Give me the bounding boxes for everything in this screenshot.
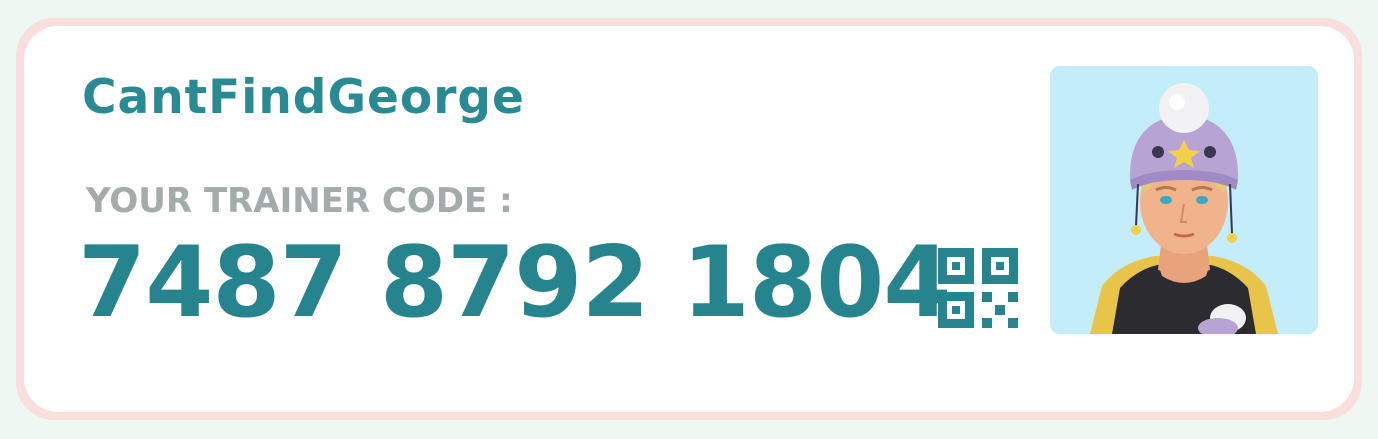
qr-code-icon[interactable]: [938, 248, 1018, 328]
trainer-code[interactable]: 7487 8792 1804: [78, 229, 951, 338]
avatar-illustration: [1090, 83, 1278, 334]
trainer-avatar[interactable]: [1050, 66, 1318, 334]
trainer-name: CantFindGeorge: [82, 70, 525, 125]
trainer-code-label: YOUR TRAINER CODE :: [86, 181, 513, 221]
qr-code-icon-graphic: [938, 248, 1018, 328]
